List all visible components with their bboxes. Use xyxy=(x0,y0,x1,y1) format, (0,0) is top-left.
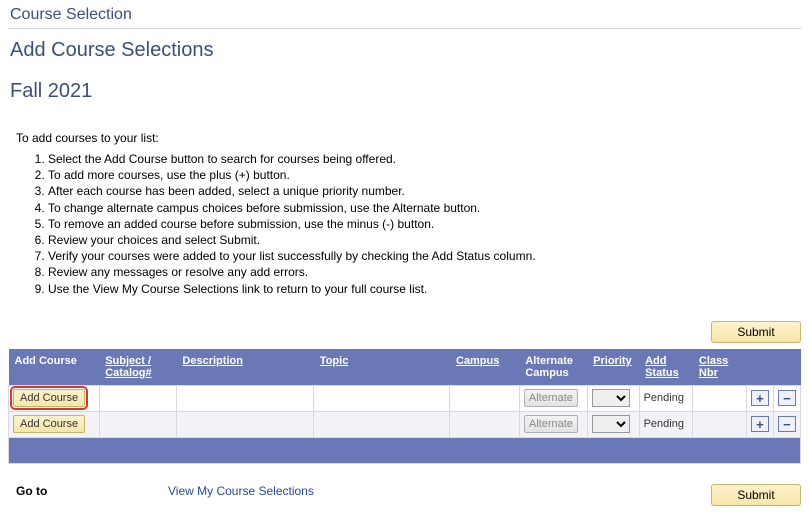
alternate-button[interactable]: Alternate xyxy=(524,389,578,407)
cell-description xyxy=(176,385,313,411)
cell-subject xyxy=(99,411,176,437)
col-subject[interactable]: Subject / Catalog# xyxy=(99,349,176,386)
view-my-course-selections-link[interactable]: View My Course Selections xyxy=(168,484,314,498)
priority-select[interactable] xyxy=(592,415,630,433)
grid-footer-bar xyxy=(9,437,801,463)
plus-icon[interactable]: + xyxy=(751,390,769,406)
submit-button-bottom[interactable]: Submit xyxy=(711,484,801,506)
add-course-button[interactable]: Add Course xyxy=(13,389,85,407)
table-row: Add Course Alternate Pending + − xyxy=(9,385,801,411)
cell-campus xyxy=(450,385,519,411)
cell-class-nbr xyxy=(693,385,747,411)
alternate-button[interactable]: Alternate xyxy=(524,415,578,433)
priority-select[interactable] xyxy=(592,389,630,407)
col-campus[interactable]: Campus xyxy=(450,349,519,386)
cell-campus xyxy=(450,411,519,437)
instruction-item: Review any messages or resolve any add e… xyxy=(48,264,801,280)
col-minus xyxy=(773,349,800,386)
col-alt-campus: Alternate Campus xyxy=(519,349,587,386)
page-title: Add Course Selections xyxy=(8,29,801,62)
instruction-item: To add more courses, use the plus (+) bu… xyxy=(48,167,801,183)
col-description[interactable]: Description xyxy=(176,349,313,386)
add-course-button[interactable]: Add Course xyxy=(13,415,85,433)
instruction-item: Use the View My Course Selections link t… xyxy=(48,281,801,297)
col-topic[interactable]: Topic xyxy=(314,349,450,386)
cell-description xyxy=(176,411,313,437)
instruction-item: To change alternate campus choices befor… xyxy=(48,200,801,216)
cell-add-status: Pending xyxy=(639,411,693,437)
col-plus xyxy=(746,349,773,386)
cell-topic xyxy=(314,385,450,411)
cell-add-status: Pending xyxy=(639,385,693,411)
plus-icon[interactable]: + xyxy=(751,416,769,432)
term-label: Fall 2021 xyxy=(8,62,801,103)
goto-label: Go to xyxy=(8,484,168,498)
cell-subject xyxy=(99,385,176,411)
col-add-course: Add Course xyxy=(9,349,100,386)
instruction-item: After each course has been added, select… xyxy=(48,183,801,199)
cell-topic xyxy=(314,411,450,437)
col-class-nbr[interactable]: Class Nbr xyxy=(693,349,747,386)
minus-icon[interactable]: − xyxy=(778,390,796,406)
instruction-item: To remove an added course before submiss… xyxy=(48,216,801,232)
minus-icon[interactable]: − xyxy=(778,416,796,432)
col-priority[interactable]: Priority xyxy=(587,349,639,386)
instruction-item: Verify your courses were added to your l… xyxy=(48,248,801,264)
course-grid: Add Course Subject / Catalog# Descriptio… xyxy=(8,349,801,464)
intro-text: To add courses to your list: xyxy=(8,103,801,145)
instruction-list: Select the Add Course button to search f… xyxy=(48,151,801,297)
table-row: Add Course Alternate Pending + − xyxy=(9,411,801,437)
col-add-status[interactable]: Add Status xyxy=(639,349,693,386)
submit-button-top[interactable]: Submit xyxy=(711,321,801,343)
instruction-item: Review your choices and select Submit. xyxy=(48,232,801,248)
breadcrumb: Course Selection xyxy=(8,0,801,29)
cell-class-nbr xyxy=(693,411,747,437)
instruction-item: Select the Add Course button to search f… xyxy=(48,151,801,167)
